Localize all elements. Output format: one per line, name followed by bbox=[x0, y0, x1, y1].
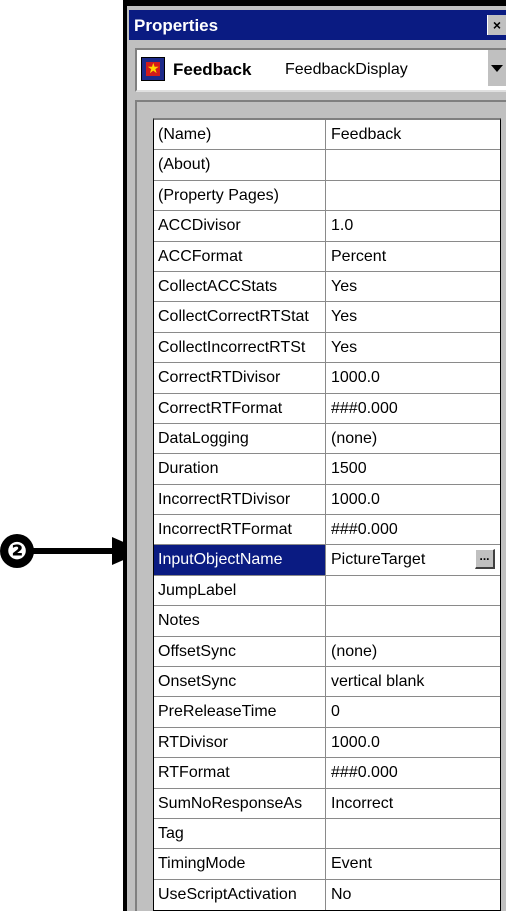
chevron-down-icon bbox=[491, 65, 503, 72]
property-row[interactable]: ACCDivisor 1.0 bbox=[154, 211, 500, 242]
property-value[interactable]: 1500 bbox=[326, 454, 500, 483]
property-value[interactable]: (none) bbox=[326, 637, 500, 666]
property-value[interactable]: 0 bbox=[326, 697, 500, 726]
property-name[interactable]: (Name) bbox=[154, 120, 326, 150]
callout-arrow-shaft bbox=[33, 548, 115, 554]
property-name[interactable]: CollectACCStats bbox=[154, 271, 326, 302]
property-row[interactable]: PreReleaseTime 0 bbox=[154, 697, 500, 728]
property-row[interactable]: CorrectRTFormat ###0.000 bbox=[154, 393, 500, 424]
property-row[interactable]: CollectCorrectRTStat Yes bbox=[154, 302, 500, 333]
property-row[interactable]: ACCFormat Percent bbox=[154, 241, 500, 272]
property-value[interactable]: ###0.000 bbox=[326, 515, 500, 544]
property-name[interactable]: CorrectRTDivisor bbox=[154, 363, 326, 393]
property-value[interactable] bbox=[326, 576, 500, 605]
property-row[interactable]: IncorrectRTFormat ###0.000 bbox=[154, 515, 500, 546]
property-name[interactable]: UseScriptActivation bbox=[154, 879, 326, 911]
property-name[interactable]: PreReleaseTime bbox=[154, 697, 326, 727]
close-icon[interactable]: × bbox=[487, 15, 506, 35]
property-name[interactable]: OffsetSync bbox=[154, 636, 326, 667]
property-row[interactable]: (Property Pages) bbox=[154, 180, 500, 212]
property-value[interactable]: Yes bbox=[326, 333, 500, 362]
feedback-object-icon: ★ bbox=[141, 57, 165, 81]
property-name[interactable]: (Property Pages) bbox=[154, 180, 326, 211]
property-value[interactable] bbox=[326, 819, 500, 848]
property-value[interactable]: vertical blank bbox=[326, 667, 500, 696]
property-name[interactable]: IncorrectRTFormat bbox=[154, 515, 326, 545]
property-row[interactable]: CorrectRTDivisor 1000.0 bbox=[154, 363, 500, 394]
property-row[interactable]: Tag bbox=[154, 818, 500, 850]
property-row[interactable]: (Name) Feedback bbox=[154, 120, 500, 151]
property-name[interactable]: IncorrectRTDivisor bbox=[154, 484, 326, 515]
property-value[interactable]: PictureTarget bbox=[326, 545, 500, 574]
property-value[interactable]: Feedback bbox=[326, 120, 500, 149]
property-grid-area: (Name) Feedback (About) (Property Pages) ACC… bbox=[135, 100, 506, 911]
property-name[interactable]: OnsetSync bbox=[154, 667, 326, 697]
property-row[interactable]: Duration 1500 bbox=[154, 454, 500, 485]
property-value[interactable]: 1000.0 bbox=[326, 363, 500, 392]
callout-number-badge: ❷ bbox=[0, 534, 34, 568]
property-row[interactable]: DataLogging (none) bbox=[154, 423, 500, 455]
property-row[interactable]: RTFormat ###0.000 bbox=[154, 758, 500, 789]
property-value[interactable]: (none) bbox=[326, 424, 500, 453]
property-row[interactable]: CollectIncorrectRTSt Yes bbox=[154, 332, 500, 364]
property-name[interactable]: InputObjectName bbox=[154, 545, 326, 575]
property-value[interactable]: Incorrect bbox=[326, 789, 500, 818]
property-row[interactable]: IncorrectRTDivisor 1000.0 bbox=[154, 484, 500, 516]
properties-window-body: Properties × ★ Feedback FeedbackDisplay … bbox=[127, 6, 506, 911]
property-value[interactable]: Yes bbox=[326, 302, 500, 331]
property-row[interactable]: JumpLabel bbox=[154, 575, 500, 607]
property-value[interactable]: Percent bbox=[326, 242, 500, 271]
property-row[interactable]: RTDivisor 1000.0 bbox=[154, 727, 500, 759]
property-row[interactable]: UseScriptActivation No bbox=[154, 879, 500, 911]
property-grid: (Name) Feedback (About) (Property Pages) ACC… bbox=[153, 118, 501, 911]
property-name[interactable]: ACCFormat bbox=[154, 241, 326, 271]
object-type: FeedbackDisplay bbox=[285, 61, 408, 78]
property-value[interactable] bbox=[326, 181, 500, 210]
property-row[interactable]: TimingMode Event bbox=[154, 849, 500, 880]
property-row[interactable]: (About) bbox=[154, 150, 500, 181]
property-name[interactable]: CorrectRTFormat bbox=[154, 393, 326, 423]
property-name[interactable]: CollectCorrectRTStat bbox=[154, 302, 326, 332]
property-name[interactable]: RTDivisor bbox=[154, 727, 326, 758]
property-row[interactable]: SumNoResponseAs Incorrect bbox=[154, 788, 500, 819]
object-selector[interactable]: ★ Feedback FeedbackDisplay bbox=[135, 48, 506, 92]
property-value[interactable] bbox=[326, 150, 500, 179]
property-value[interactable]: No bbox=[326, 880, 500, 910]
property-row[interactable]: OffsetSync (none) bbox=[154, 636, 500, 668]
properties-window: Properties × ★ Feedback FeedbackDisplay … bbox=[123, 0, 506, 911]
property-value[interactable]: ###0.000 bbox=[326, 758, 500, 787]
property-name[interactable]: ACCDivisor bbox=[154, 211, 326, 241]
property-value[interactable]: Yes bbox=[326, 272, 500, 301]
property-name[interactable]: Duration bbox=[154, 454, 326, 484]
property-value[interactable]: 1.0 bbox=[326, 211, 500, 240]
property-name[interactable]: DataLogging bbox=[154, 423, 326, 454]
property-name[interactable]: JumpLabel bbox=[154, 575, 326, 606]
property-row[interactable]: Notes bbox=[154, 606, 500, 637]
property-name[interactable]: TimingMode bbox=[154, 849, 326, 879]
property-row[interactable]: InputObjectName PictureTarget... bbox=[154, 545, 500, 576]
property-name[interactable]: CollectIncorrectRTSt bbox=[154, 332, 326, 363]
property-name[interactable]: SumNoResponseAs bbox=[154, 788, 326, 818]
property-row[interactable]: CollectACCStats Yes bbox=[154, 271, 500, 303]
property-value[interactable]: 1000.0 bbox=[326, 728, 500, 757]
ellipsis-button[interactable]: ... bbox=[475, 549, 495, 570]
property-value[interactable]: Event bbox=[326, 849, 500, 878]
property-name[interactable]: Notes bbox=[154, 606, 326, 636]
property-name[interactable]: RTFormat bbox=[154, 758, 326, 788]
object-selector-dropdown-button[interactable] bbox=[487, 50, 506, 86]
title-bar[interactable]: Properties × bbox=[129, 10, 506, 40]
window-title: Properties bbox=[134, 16, 219, 35]
property-name[interactable]: Tag bbox=[154, 818, 326, 849]
property-name[interactable]: (About) bbox=[154, 150, 326, 180]
property-value[interactable] bbox=[326, 606, 500, 635]
object-name: Feedback bbox=[173, 60, 252, 79]
property-row[interactable]: OnsetSync vertical blank bbox=[154, 667, 500, 698]
property-value[interactable]: ###0.000 bbox=[326, 394, 500, 423]
property-value[interactable]: 1000.0 bbox=[326, 485, 500, 514]
